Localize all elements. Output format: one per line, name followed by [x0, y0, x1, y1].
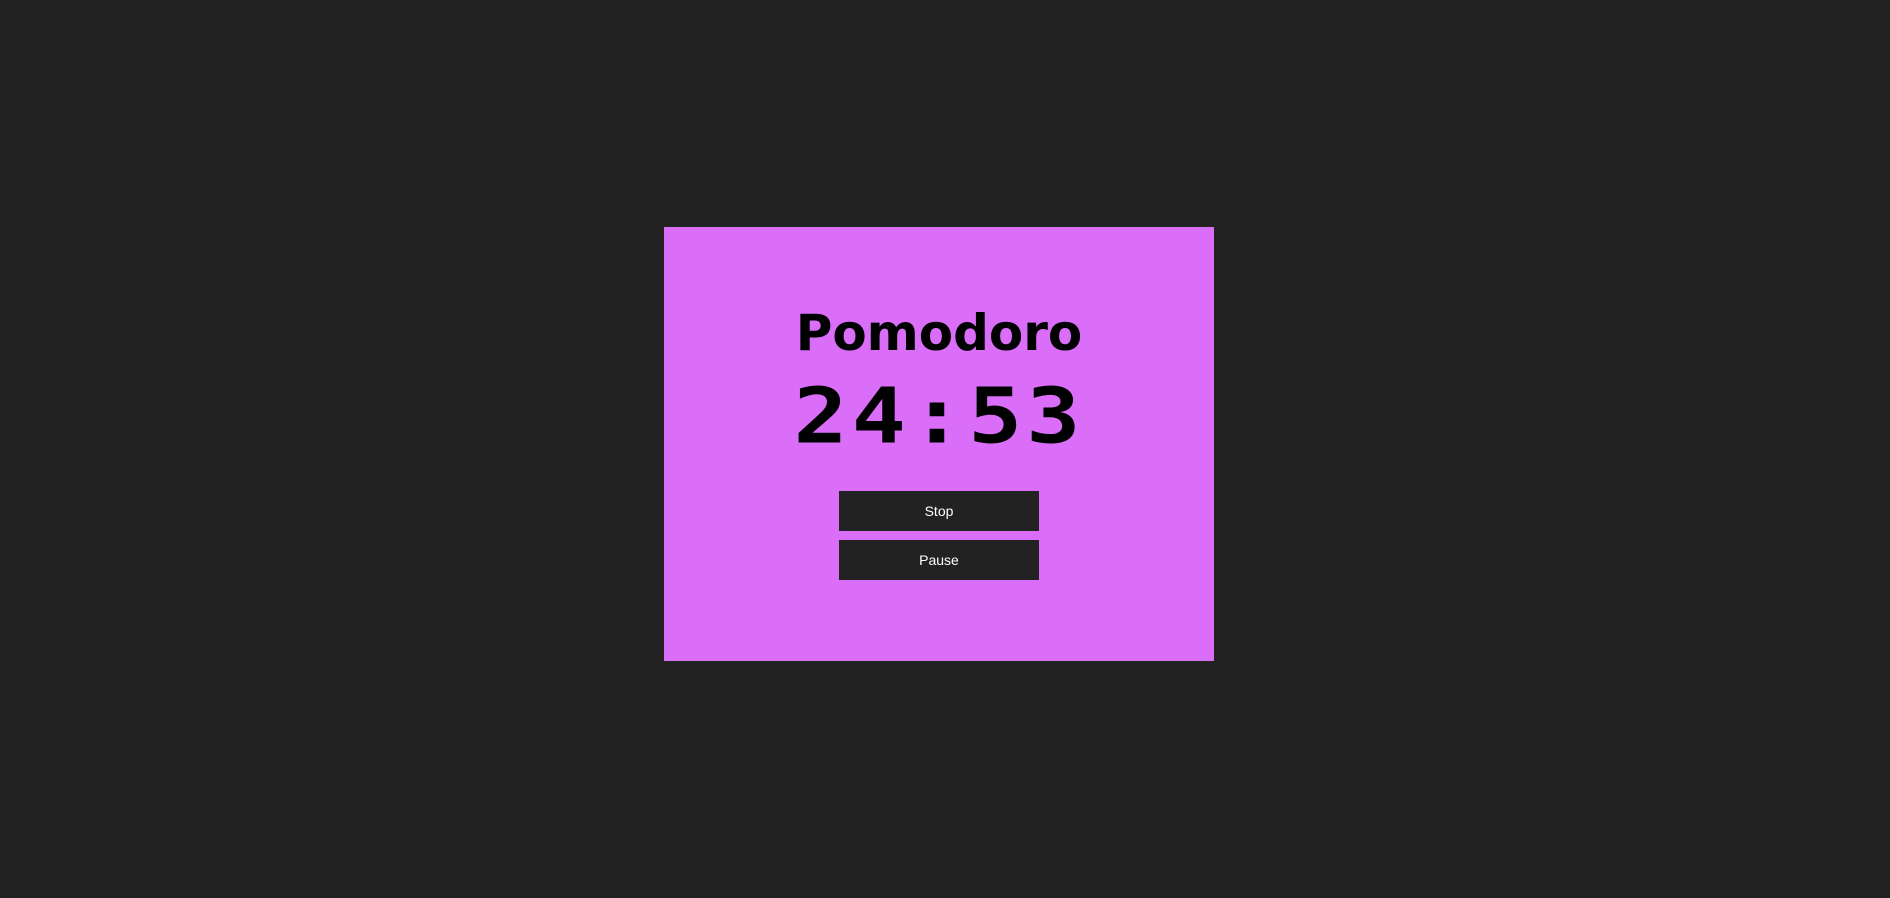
pomodoro-card: Pomodoro 24:53 Stop Pause	[664, 227, 1214, 661]
timer-controls: Stop Pause	[839, 491, 1039, 580]
app-title: Pomodoro	[795, 304, 1083, 362]
timer-display: 24:53	[793, 371, 1085, 462]
pause-button[interactable]: Pause	[839, 540, 1039, 580]
stop-button[interactable]: Stop	[839, 491, 1039, 531]
